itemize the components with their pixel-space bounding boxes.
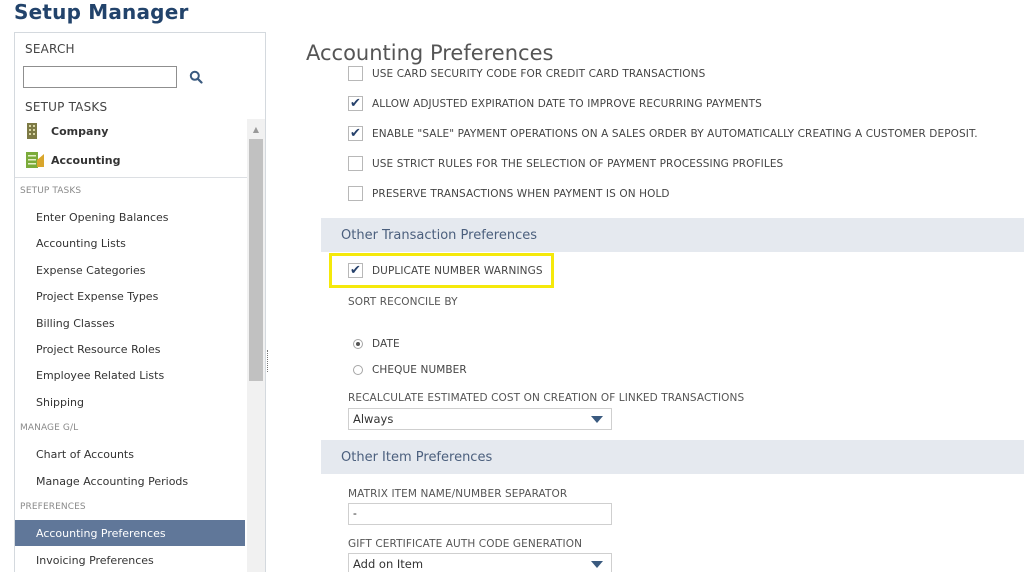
page-title: Accounting Preferences: [306, 41, 554, 65]
gift-cert-label: GIFT CERTIFICATE AUTH CODE GENERATION: [348, 538, 583, 550]
task-employee-related-lists[interactable]: Employee Related Lists: [15, 362, 245, 388]
section-preferences: PREFERENCES: [20, 502, 86, 512]
section-other-item-preferences[interactable]: Other Item Preferences: [321, 440, 1024, 474]
radio-cheque-number[interactable]: [353, 365, 363, 375]
task-list: SETUP TASKS Enter Opening Balances Accou…: [15, 177, 247, 572]
sidebar-scrollbar[interactable]: ▲: [247, 119, 265, 572]
task-label: Enter Opening Balances: [36, 210, 169, 224]
task-enter-opening-balances[interactable]: Enter Opening Balances: [15, 204, 245, 230]
gift-cert-select[interactable]: Add on Item: [348, 553, 612, 572]
category-accounting-label: Accounting: [51, 153, 121, 167]
radio-dot: [356, 342, 360, 346]
pref-strict-rules: USE STRICT RULES FOR THE SELECTION OF PA…: [348, 156, 783, 171]
task-project-resource-roles[interactable]: Project Resource Roles: [15, 336, 245, 362]
pref-label: DUPLICATE NUMBER WARNINGS: [372, 264, 543, 277]
scroll-up-arrow-icon[interactable]: ▲: [247, 123, 265, 135]
checkbox-card-security-code[interactable]: [348, 66, 363, 81]
section-setup-tasks: SETUP TASKS: [20, 186, 82, 196]
pref-label: USE CARD SECURITY CODE FOR CREDIT CARD T…: [372, 67, 706, 80]
dropdown-arrow-icon: [591, 560, 603, 568]
matrix-separator-input[interactable]: [348, 503, 612, 525]
recalculate-cost-label: RECALCULATE ESTIMATED COST ON CREATION O…: [348, 392, 745, 404]
pref-label: PRESERVE TRANSACTIONS WHEN PAYMENT IS ON…: [372, 187, 670, 200]
checkmark-icon: ✔: [350, 263, 361, 278]
radio-date[interactable]: [353, 339, 363, 349]
sort-reconcile-label: SORT RECONCILE BY: [348, 296, 458, 308]
task-expense-categories[interactable]: Expense Categories: [15, 257, 245, 283]
dropdown-arrow-icon: [591, 415, 603, 423]
recalculate-cost-select[interactable]: Always: [348, 408, 612, 430]
pref-card-security-code: USE CARD SECURITY CODE FOR CREDIT CARD T…: [348, 66, 705, 81]
section-other-transaction-preferences[interactable]: Other Transaction Preferences: [321, 218, 1024, 252]
category-company-label: Company: [51, 124, 109, 138]
task-chart-of-accounts[interactable]: Chart of Accounts: [15, 441, 245, 467]
pref-label: ENABLE "SALE" PAYMENT OPERATIONS ON A SA…: [372, 127, 978, 140]
checkmark-icon: ✔: [350, 126, 361, 141]
pref-label: USE STRICT RULES FOR THE SELECTION OF PA…: [372, 157, 784, 170]
scrollbar-thumb[interactable]: [249, 139, 263, 381]
task-label: Shipping: [36, 395, 84, 409]
task-label: Accounting Lists: [36, 236, 126, 250]
pref-sale-operations: ✔ ENABLE "SALE" PAYMENT OPERATIONS ON A …: [348, 126, 978, 141]
task-label: Chart of Accounts: [36, 447, 134, 461]
search-input[interactable]: [23, 66, 177, 88]
search-label: SEARCH: [25, 42, 75, 56]
task-label: Expense Categories: [36, 263, 146, 277]
task-label: Employee Related Lists: [36, 368, 165, 382]
checkbox-sale-operations[interactable]: ✔: [348, 126, 363, 141]
task-billing-classes[interactable]: Billing Classes: [15, 310, 245, 336]
radio-option-date: DATE: [353, 338, 400, 350]
setup-sidebar: SEARCH SETUP TASKS Company Accounting SE…: [14, 32, 266, 572]
search-button[interactable]: [185, 66, 207, 88]
pane-resize-handle[interactable]: [267, 350, 269, 372]
checkbox-adjusted-expiration[interactable]: ✔: [348, 96, 363, 111]
pref-label: ALLOW ADJUSTED EXPIRATION DATE TO IMPROV…: [372, 97, 762, 110]
select-value: Add on Item: [353, 557, 424, 571]
task-shipping[interactable]: Shipping: [15, 389, 245, 415]
checkbox-strict-rules[interactable]: [348, 156, 363, 171]
radio-label: DATE: [372, 338, 400, 350]
category-accounting[interactable]: Accounting: [25, 148, 121, 172]
task-label: Billing Classes: [36, 316, 115, 330]
section-manage-gl: MANAGE G/L: [20, 423, 79, 433]
radio-option-cheque-number: CHEQUE NUMBER: [353, 364, 467, 376]
task-accounting-preferences[interactable]: Accounting Preferences: [15, 520, 245, 546]
ledger-icon: [25, 150, 51, 170]
task-label: Manage Accounting Periods: [36, 474, 189, 488]
search-icon: [189, 70, 203, 84]
task-project-expense-types[interactable]: Project Expense Types: [15, 283, 245, 309]
radio-label: CHEQUE NUMBER: [372, 364, 467, 376]
task-manage-accounting-periods[interactable]: Manage Accounting Periods: [15, 468, 245, 494]
pref-duplicate-number-warnings: ✔ DUPLICATE NUMBER WARNINGS: [348, 263, 543, 278]
task-label: Project Resource Roles: [36, 342, 161, 356]
pref-preserve-transactions: PRESERVE TRANSACTIONS WHEN PAYMENT IS ON…: [348, 186, 670, 201]
building-icon: [25, 121, 51, 141]
task-label: Project Expense Types: [36, 289, 159, 303]
app-title: Setup Manager: [14, 0, 189, 24]
task-label: Invoicing Preferences: [36, 553, 154, 567]
task-accounting-lists[interactable]: Accounting Lists: [15, 230, 245, 256]
checkbox-preserve-transactions[interactable]: [348, 186, 363, 201]
pref-adjusted-expiration: ✔ ALLOW ADJUSTED EXPIRATION DATE TO IMPR…: [348, 96, 762, 111]
select-value: Always: [353, 412, 394, 426]
task-invoicing-preferences[interactable]: Invoicing Preferences: [15, 547, 245, 572]
matrix-separator-label: MATRIX ITEM NAME/NUMBER SEPARATOR: [348, 488, 568, 500]
task-label: Accounting Preferences: [36, 526, 166, 540]
checkmark-icon: ✔: [350, 96, 361, 111]
checkbox-duplicate-number-warnings[interactable]: ✔: [348, 263, 363, 278]
category-company[interactable]: Company: [25, 119, 108, 143]
setup-tasks-title: SETUP TASKS: [25, 100, 108, 114]
